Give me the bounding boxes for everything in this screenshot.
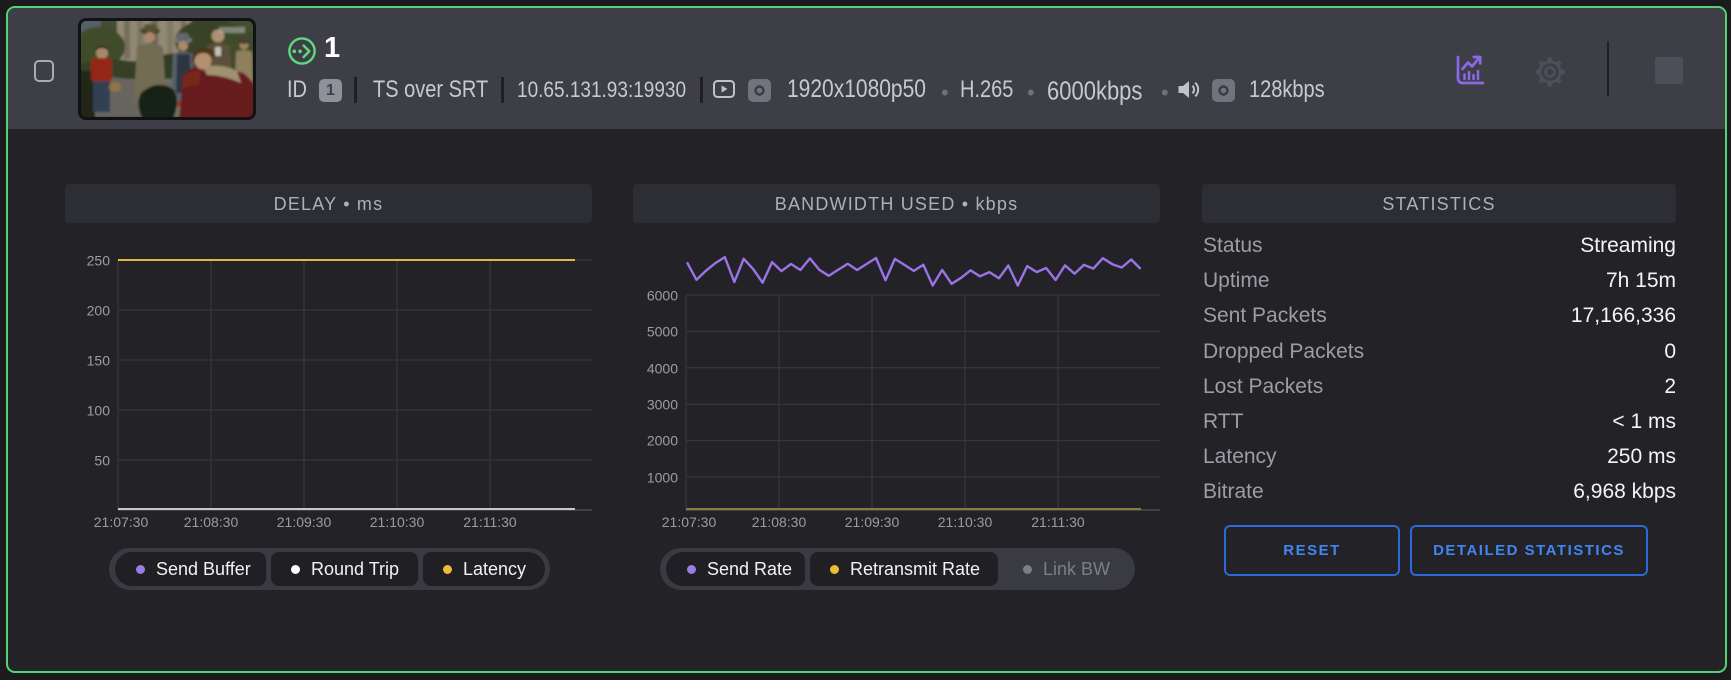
svg-text:5000: 5000 (647, 324, 678, 340)
svg-text:21:11:30: 21:11:30 (463, 514, 517, 530)
svg-text:21:09:30: 21:09:30 (845, 514, 900, 530)
svg-text:21:11:30: 21:11:30 (1031, 514, 1085, 530)
svg-text:21:07:30: 21:07:30 (662, 514, 717, 530)
svg-text:3000: 3000 (647, 397, 678, 413)
svg-text:21:09:30: 21:09:30 (277, 514, 332, 530)
svg-text:21:08:30: 21:08:30 (184, 514, 239, 530)
svg-text:2000: 2000 (647, 433, 678, 449)
svg-text:21:08:30: 21:08:30 (752, 514, 807, 530)
svg-text:150: 150 (87, 353, 111, 369)
svg-text:6000: 6000 (647, 288, 678, 304)
svg-text:200: 200 (87, 303, 111, 319)
svg-text:21:10:30: 21:10:30 (370, 514, 425, 530)
svg-text:100: 100 (87, 403, 111, 419)
svg-text:1000: 1000 (647, 470, 678, 486)
svg-text:21:10:30: 21:10:30 (938, 514, 993, 530)
svg-text:4000: 4000 (647, 361, 678, 377)
svg-text:50: 50 (94, 453, 110, 469)
svg-text:21:07:30: 21:07:30 (94, 514, 149, 530)
svg-text:250: 250 (87, 253, 111, 269)
